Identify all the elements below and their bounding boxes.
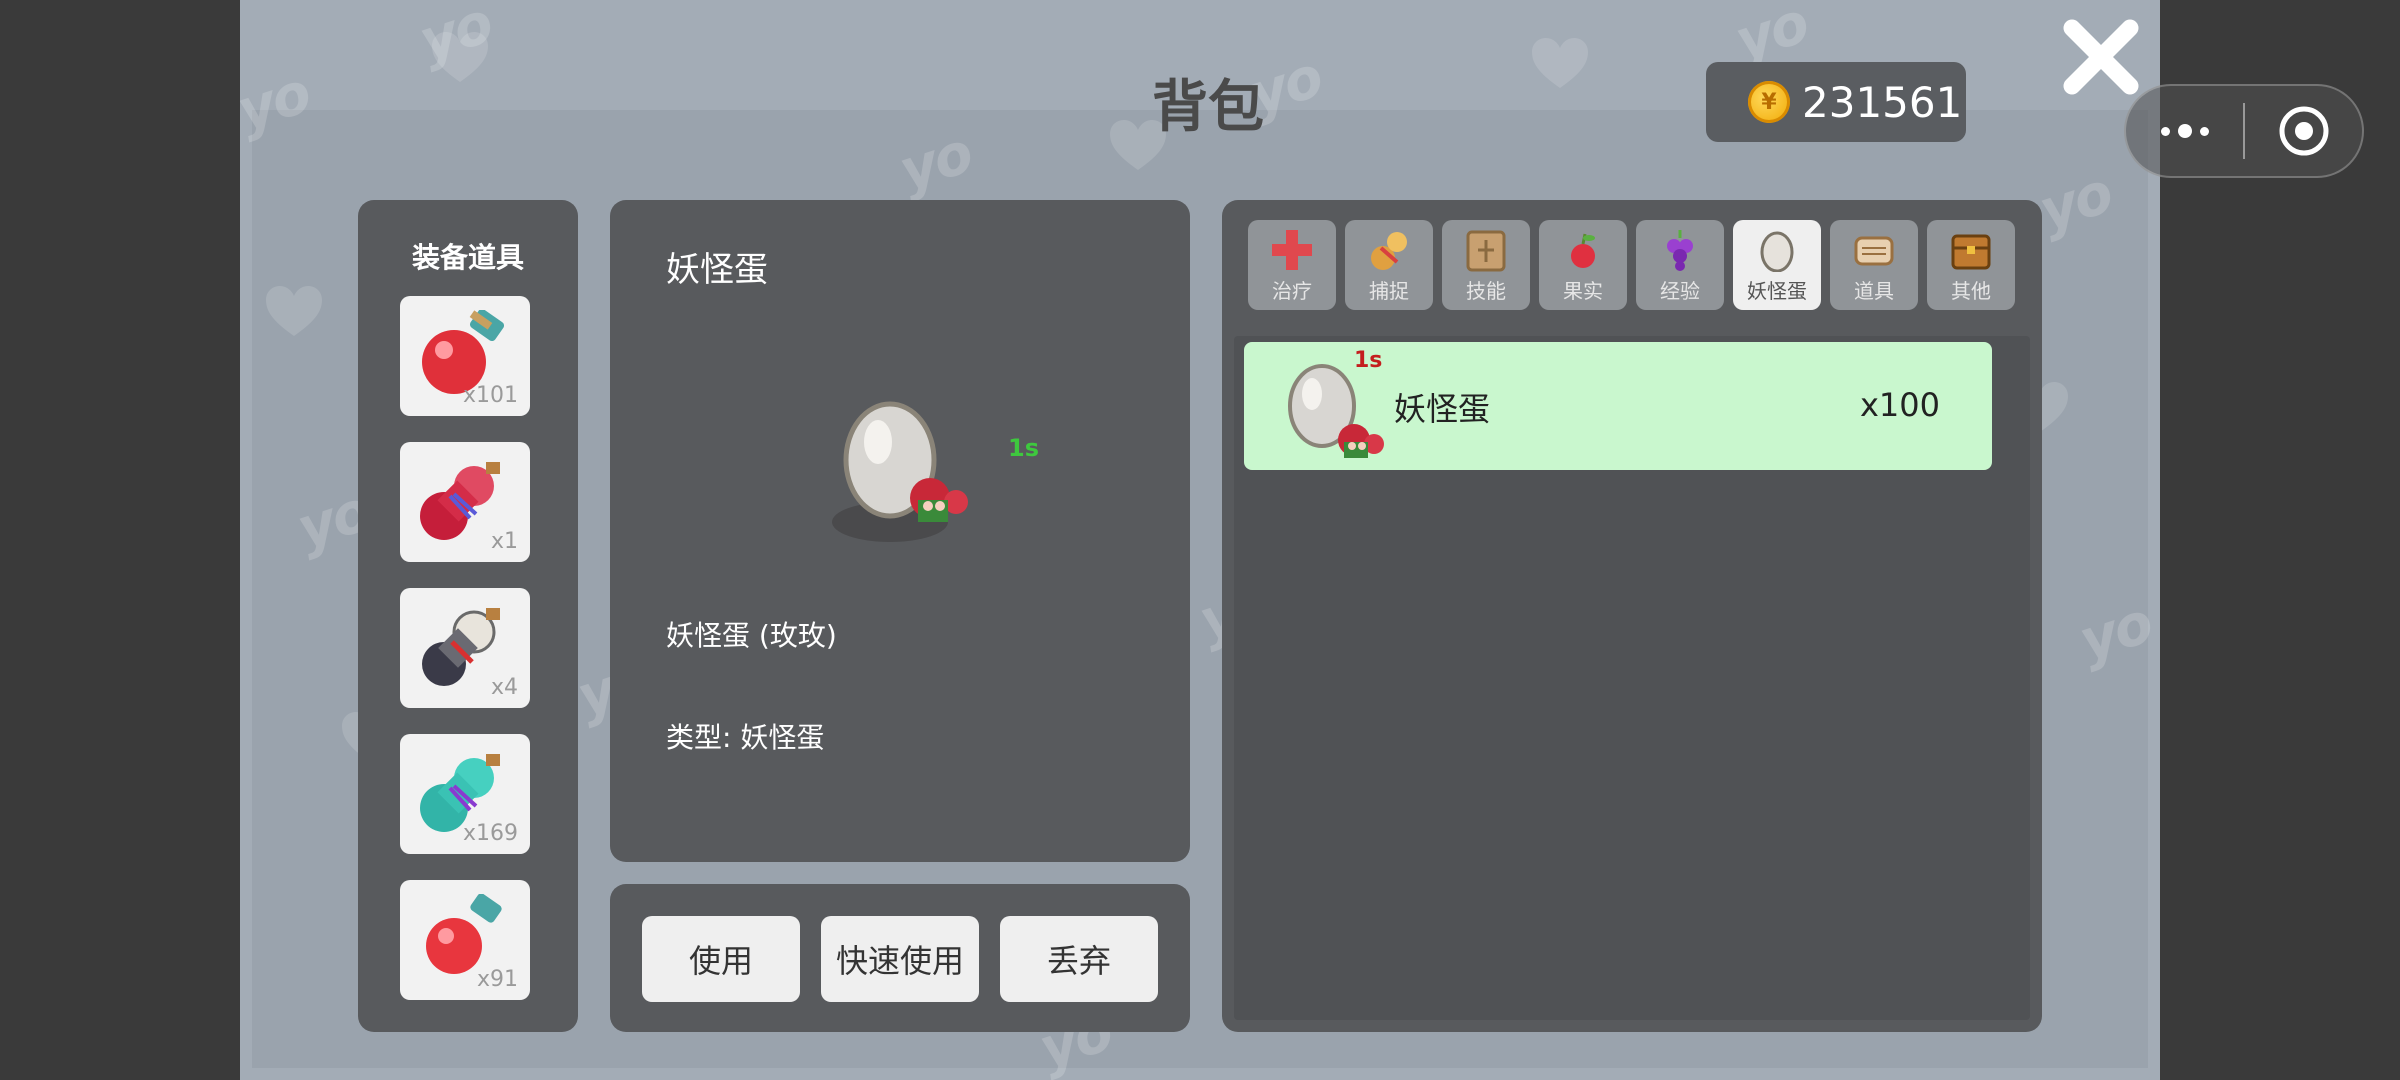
gold-coin-icon: ¥	[1748, 81, 1790, 123]
detail-type: 类型: 妖怪蛋	[666, 721, 825, 754]
heart-decoration-icon	[432, 32, 488, 82]
grape-icon	[1667, 230, 1693, 271]
monster-egg-icon	[1288, 364, 1384, 458]
item-name: 妖怪蛋	[1394, 390, 1491, 428]
coin-balance: ¥ 231561	[1706, 62, 1966, 142]
equip-slot[interactable]: x1	[400, 442, 530, 562]
more-menu-icon[interactable]	[2126, 124, 2243, 138]
tab-label: 治疗	[1272, 279, 1312, 303]
skill-book-icon	[1466, 230, 1506, 272]
tab-exp[interactable]: 经验	[1636, 220, 1724, 310]
tab-capture[interactable]: 捕捉	[1345, 220, 1433, 310]
tab-label: 捕捉	[1369, 279, 1409, 303]
discard-button[interactable]: 丢弃	[1000, 916, 1158, 1002]
detail-item-name: 妖怪蛋	[666, 250, 768, 290]
tab-props[interactable]: 道具	[1830, 220, 1918, 310]
exit-target-icon[interactable]	[2245, 104, 2362, 158]
item-count: x4	[490, 675, 518, 700]
tab-label: 经验	[1660, 279, 1700, 303]
gourd-icon	[1371, 232, 1407, 270]
equip-slot[interactable]: x4	[400, 588, 530, 708]
item-detail-panel: 妖怪蛋 1s 妖怪蛋 (玫玫) 类型: 妖怪蛋	[610, 200, 1190, 862]
hatch-timer: 1s	[1008, 434, 1039, 462]
heart-decoration-icon	[266, 286, 322, 336]
tab-label: 果实	[1563, 279, 1603, 303]
item-count: x91	[476, 967, 518, 992]
chest-icon	[1951, 234, 1991, 270]
equip-title: 装备道具	[411, 241, 524, 274]
equip-slot[interactable]: x91	[400, 880, 530, 1000]
close-icon[interactable]	[2058, 14, 2144, 100]
quick-use-button[interactable]: 快速使用	[821, 916, 979, 1002]
egg-icon	[1760, 231, 1794, 272]
tab-fruit[interactable]: 果实	[1539, 220, 1627, 310]
coin-amount: 231561	[1802, 77, 1963, 127]
detail-description: 妖怪蛋 (玫玫)	[666, 619, 837, 652]
inventory-list-panel: 治疗 捕捉 技能 果实 经验 妖怪蛋 道具 其他 1s 妖怪蛋 x100	[1222, 200, 2042, 1032]
equip-slot[interactable]: x169	[400, 734, 530, 854]
tab-other[interactable]: 其他	[1927, 220, 2015, 310]
tab-label: 其他	[1951, 279, 1991, 303]
tab-skill[interactable]: 技能	[1442, 220, 1530, 310]
equip-panel: 装备道具 x101 x1 x4 x169 x91	[358, 200, 578, 1032]
heart-decoration-icon	[1532, 38, 1588, 88]
scroll-icon	[1854, 236, 1894, 266]
page-title: 背包	[1152, 75, 1264, 140]
item-count: x101	[462, 383, 518, 408]
action-panel: 使用 快速使用 丢弃	[610, 884, 1190, 1032]
monster-egg-icon	[832, 401, 968, 542]
heal-cross-icon	[1272, 230, 1312, 270]
tab-label: 技能	[1466, 279, 1506, 303]
item-count: x169	[462, 821, 518, 846]
tab-label: 妖怪蛋	[1747, 279, 1807, 303]
item-count: x1	[490, 529, 518, 554]
equip-slot[interactable]: x101	[400, 296, 530, 416]
list-item[interactable]: 1s 妖怪蛋 x100	[1244, 342, 1992, 470]
tab-label: 道具	[1854, 279, 1894, 303]
item-timer: 1s	[1354, 348, 1383, 373]
tab-heal[interactable]: 治疗	[1248, 220, 1336, 310]
use-button[interactable]: 使用	[642, 916, 800, 1002]
miniprogram-capsule	[2124, 84, 2364, 178]
game-background: yo yo yo yo yo yo yo yo yo yo yo yo yo y…	[240, 0, 2160, 1080]
tab-monster-egg[interactable]: 妖怪蛋	[1733, 220, 1821, 310]
item-count: x100	[1859, 386, 1940, 424]
fruit-icon	[1571, 233, 1595, 268]
